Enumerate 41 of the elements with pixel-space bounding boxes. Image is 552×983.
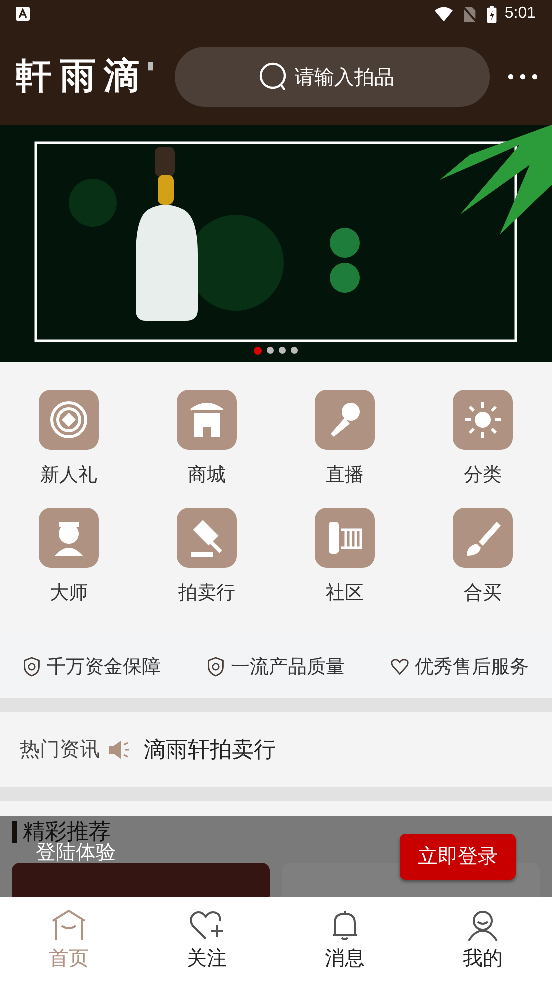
category-item[interactable]: 合买 bbox=[414, 508, 552, 606]
battery-icon bbox=[486, 6, 497, 22]
master-icon bbox=[39, 508, 99, 568]
gate-icon bbox=[177, 390, 237, 450]
more-icon[interactable] bbox=[508, 74, 538, 80]
category-item[interactable]: 大师 bbox=[0, 508, 138, 606]
seal-icon bbox=[148, 62, 153, 71]
heart-icon bbox=[391, 657, 409, 677]
wifi-icon bbox=[434, 6, 453, 22]
category-item[interactable]: 拍卖行 bbox=[138, 508, 276, 606]
category-item[interactable]: 直播 bbox=[276, 390, 414, 488]
sun-icon bbox=[453, 390, 513, 450]
brand-logo: 軒雨滴 bbox=[16, 54, 148, 99]
search-bar[interactable]: 请输入拍品 bbox=[175, 46, 490, 106]
speaker-icon bbox=[108, 740, 130, 760]
notification-icon bbox=[16, 7, 30, 21]
home-icon bbox=[51, 908, 87, 942]
news-label: 热门资讯 bbox=[20, 736, 100, 763]
heart-plus-icon bbox=[189, 908, 225, 942]
login-button[interactable]: 立即登录 bbox=[400, 834, 516, 880]
nav-tab[interactable]: 消息 bbox=[276, 897, 414, 983]
category-item[interactable]: 新人礼 bbox=[0, 390, 138, 488]
category-item[interactable]: 社区 bbox=[276, 508, 414, 606]
category-item[interactable]: 商城 bbox=[138, 390, 276, 488]
category-item[interactable]: 分类 bbox=[414, 390, 552, 488]
search-field[interactable]: 请输入拍品 bbox=[294, 64, 406, 88]
shield-check-icon bbox=[207, 657, 225, 677]
search-icon bbox=[258, 62, 288, 92]
news-headline[interactable]: 滴雨轩拍卖行 bbox=[144, 734, 276, 764]
section-marker bbox=[12, 821, 17, 843]
coin-icon bbox=[39, 390, 99, 450]
nav-tab[interactable]: 我的 bbox=[414, 897, 552, 983]
microphone-icon bbox=[315, 390, 375, 450]
guarantee-text: 千万资金保障 bbox=[47, 655, 161, 680]
gavel-icon bbox=[177, 508, 237, 568]
guarantee-text: 优秀售后服务 bbox=[415, 655, 529, 680]
nav-tab[interactable]: 关注 bbox=[138, 897, 276, 983]
brush-icon bbox=[453, 508, 513, 568]
status-time: 5:01 bbox=[504, 5, 536, 23]
scroll-icon bbox=[315, 508, 375, 568]
guarantee-text: 一流产品质量 bbox=[231, 655, 345, 680]
